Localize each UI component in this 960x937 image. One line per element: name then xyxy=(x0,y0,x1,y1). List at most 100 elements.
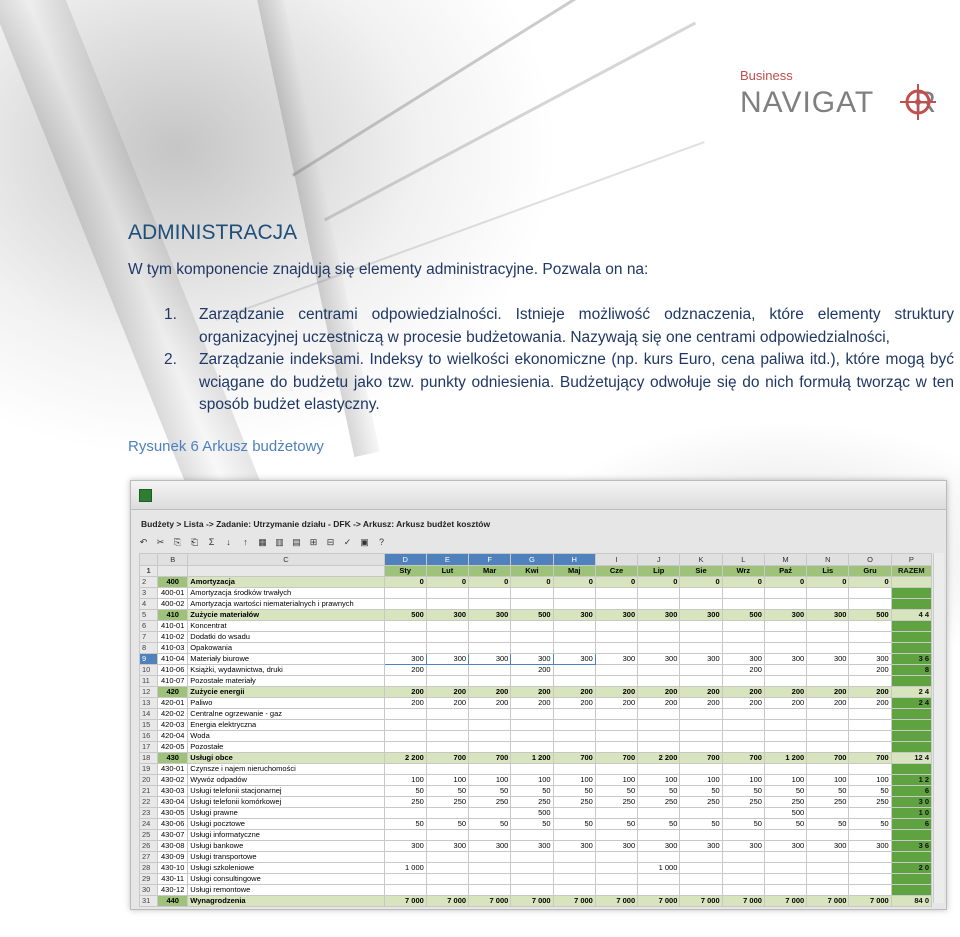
account-name[interactable]: Usługi szkoleniowe xyxy=(187,862,385,874)
value-cell[interactable] xyxy=(721,631,765,643)
value-cell[interactable] xyxy=(679,873,723,885)
row-header[interactable]: 21 xyxy=(138,785,159,797)
value-cell[interactable] xyxy=(848,708,892,720)
account-name[interactable]: Energia elektryczna xyxy=(187,719,385,731)
value-cell[interactable] xyxy=(552,741,596,753)
value-cell[interactable] xyxy=(637,664,681,676)
value-cell[interactable] xyxy=(637,631,681,643)
value-cell[interactable]: 300 xyxy=(637,653,681,665)
row-header[interactable]: 4 xyxy=(138,598,159,610)
value-cell[interactable]: 300 xyxy=(637,609,681,621)
value-cell[interactable] xyxy=(594,620,639,632)
value-cell[interactable] xyxy=(721,730,765,742)
value-cell[interactable] xyxy=(679,708,723,720)
value-cell[interactable] xyxy=(383,598,427,610)
column-header[interactable]: G xyxy=(510,553,554,566)
value-cell[interactable] xyxy=(510,730,554,742)
value-cell[interactable] xyxy=(806,664,850,676)
column-header[interactable]: K xyxy=(679,553,723,566)
total-cell[interactable]: 3 6 xyxy=(890,653,933,665)
value-cell[interactable]: 50 xyxy=(763,818,808,830)
account-code[interactable]: 430-02 xyxy=(157,774,189,786)
value-cell[interactable] xyxy=(552,873,596,885)
value-cell[interactable] xyxy=(806,862,850,874)
value-cell[interactable] xyxy=(848,829,892,841)
value-cell[interactable]: 50 xyxy=(425,785,470,797)
value-cell[interactable] xyxy=(679,587,723,599)
value-cell[interactable]: 100 xyxy=(721,774,765,786)
value-cell[interactable] xyxy=(848,730,892,742)
total-cell[interactable] xyxy=(890,763,933,775)
row-header[interactable]: 3 xyxy=(138,587,159,599)
value-cell[interactable] xyxy=(383,763,427,775)
total-cell[interactable]: 3 6 xyxy=(890,840,933,852)
value-cell[interactable] xyxy=(594,719,639,731)
value-cell[interactable] xyxy=(806,851,850,863)
total-cell[interactable]: 6 xyxy=(890,785,933,797)
value-cell[interactable]: 700 xyxy=(806,752,850,764)
row-header[interactable]: 24 xyxy=(138,818,159,830)
value-cell[interactable]: 300 xyxy=(721,653,765,665)
account-code[interactable]: 430-08 xyxy=(157,840,189,852)
value-cell[interactable] xyxy=(425,862,470,874)
account-code[interactable]: 410-02 xyxy=(157,631,189,643)
value-cell[interactable] xyxy=(468,598,512,610)
value-cell[interactable] xyxy=(425,730,470,742)
value-cell[interactable]: 250 xyxy=(594,796,639,808)
row-header[interactable]: 30 xyxy=(138,884,159,896)
column-header[interactable]: I xyxy=(594,553,639,566)
account-name[interactable]: Usługi prawne xyxy=(187,807,385,819)
value-cell[interactable] xyxy=(552,730,596,742)
value-cell[interactable] xyxy=(594,631,639,643)
value-cell[interactable] xyxy=(637,719,681,731)
row-header[interactable]: 15 xyxy=(138,719,159,731)
account-code[interactable]: 410-03 xyxy=(157,642,189,654)
value-cell[interactable]: 300 xyxy=(679,609,723,621)
value-cell[interactable]: 50 xyxy=(552,818,596,830)
account-code[interactable]: 420-01 xyxy=(157,697,189,709)
value-cell[interactable]: 250 xyxy=(679,796,723,808)
value-cell[interactable] xyxy=(510,708,554,720)
value-cell[interactable] xyxy=(848,620,892,632)
row-header[interactable]: 22 xyxy=(138,796,159,808)
value-cell[interactable]: 300 xyxy=(468,609,512,621)
value-cell[interactable]: 200 xyxy=(383,686,427,698)
value-cell[interactable] xyxy=(594,642,639,654)
value-cell[interactable] xyxy=(468,862,512,874)
account-name[interactable]: Materiały biurowe xyxy=(187,653,385,665)
row-header[interactable]: 18 xyxy=(138,752,159,764)
value-cell[interactable] xyxy=(552,763,596,775)
value-cell[interactable] xyxy=(510,851,554,863)
value-cell[interactable] xyxy=(763,675,808,687)
value-cell[interactable]: 200 xyxy=(806,686,850,698)
account-name[interactable]: Czynsze i najem nieruchomości xyxy=(187,763,385,775)
value-cell[interactable] xyxy=(679,862,723,874)
value-cell[interactable] xyxy=(806,675,850,687)
value-cell[interactable]: 200 xyxy=(721,697,765,709)
account-code[interactable]: 410 xyxy=(157,609,189,621)
value-cell[interactable] xyxy=(468,631,512,643)
value-cell[interactable] xyxy=(721,862,765,874)
account-code[interactable]: 430-07 xyxy=(157,829,189,841)
row-header[interactable]: 9 xyxy=(138,653,159,665)
value-cell[interactable] xyxy=(383,851,427,863)
value-cell[interactable] xyxy=(510,587,554,599)
row-header[interactable]: 6 xyxy=(138,620,159,632)
total-cell[interactable] xyxy=(890,873,933,885)
account-name[interactable]: Pozostałe materiały xyxy=(187,675,385,687)
value-cell[interactable]: 200 xyxy=(510,697,554,709)
total-cell[interactable]: 1 0 xyxy=(890,807,933,819)
value-cell[interactable] xyxy=(510,829,554,841)
value-cell[interactable]: 7 000 xyxy=(848,895,892,907)
value-cell[interactable] xyxy=(679,763,723,775)
value-cell[interactable]: 0 xyxy=(637,576,681,588)
value-cell[interactable]: 50 xyxy=(383,785,427,797)
value-cell[interactable]: 0 xyxy=(510,576,554,588)
value-cell[interactable] xyxy=(468,741,512,753)
account-code[interactable]: 430-05 xyxy=(157,807,189,819)
toolbar-button[interactable]: ⎗ xyxy=(188,536,201,549)
value-cell[interactable]: 200 xyxy=(721,664,765,676)
value-cell[interactable]: 300 xyxy=(468,840,512,852)
value-cell[interactable]: 250 xyxy=(425,796,470,808)
value-cell[interactable] xyxy=(510,763,554,775)
